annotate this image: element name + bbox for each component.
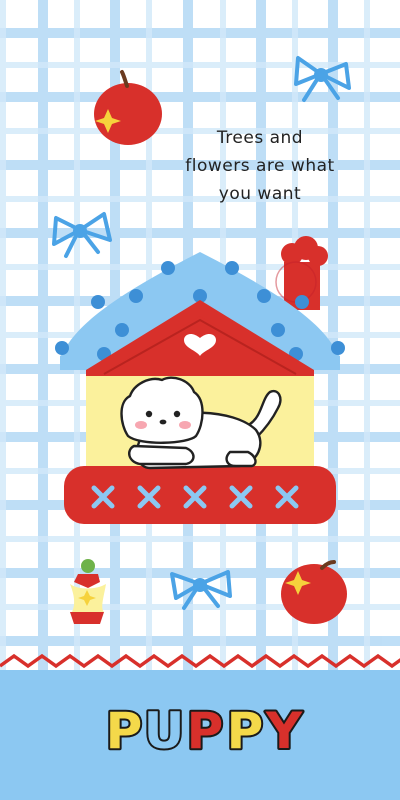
puppy-title: P U P P Y [104,700,305,762]
wallpaper-art: P U P P Y [0,0,400,800]
quote-line: flowers are what [185,156,335,176]
title-letter: P [106,702,143,760]
quote-text: Trees and flowers are what you want [160,124,360,208]
wallpaper: P U P P Y Trees and flowers are what you… [0,0,400,800]
title-letter: P [187,702,224,760]
quote-line: Trees and [216,128,304,148]
title-letter: Y [265,702,303,760]
quote-line: you want [218,184,302,204]
title-letter: U [144,702,185,760]
title-letter: P [227,702,264,760]
